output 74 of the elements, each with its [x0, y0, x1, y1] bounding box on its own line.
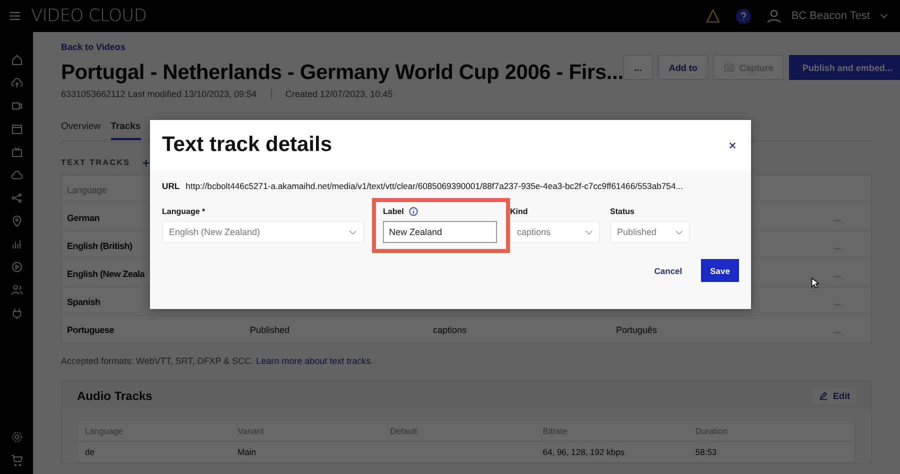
- formats-note: Accepted formats: WebVTT, SRT, DFXP & SCC.: [61, 356, 254, 366]
- field-label: Status: [610, 206, 634, 216]
- action-button[interactable]: ...: [623, 55, 653, 80]
- close-icon[interactable]: [729, 142, 736, 148]
- chevron-down-icon: [585, 230, 593, 234]
- tab[interactable]: Tracks: [110, 121, 141, 140]
- calendar-icon[interactable]: [10, 123, 22, 135]
- url-value: http://bcbolt446c5271-a.akamaihd.net/media/v1/text/vtt/clear/6085069390001/88f7a237-935e-4ea3-bc2f-c7cc9ff61466/553ab754...: [186, 181, 683, 191]
- dialog-title: Text track details: [162, 133, 332, 157]
- learn-more-link[interactable]: Learn more about text tracks.: [256, 356, 374, 366]
- user-icon[interactable]: [767, 9, 782, 23]
- camera-icon: [724, 63, 734, 72]
- tab[interactable]: Overview: [61, 121, 101, 140]
- table-cell: captions: [433, 324, 467, 334]
- row-menu-button[interactable]: ...: [833, 212, 841, 222]
- cloud-icon[interactable]: [10, 169, 22, 181]
- home-icon[interactable]: [10, 54, 22, 66]
- label-input[interactable]: New Zealand: [383, 221, 497, 243]
- table-cell: German: [67, 212, 100, 222]
- field-label: Language *: [162, 206, 206, 216]
- url-label: URL: [162, 181, 180, 191]
- video-title: Portugal - Netherlands - Germany World Cup 2006 - Firs...: [61, 61, 624, 85]
- table-cell: Published: [250, 324, 290, 334]
- user-name[interactable]: BC Beacon Test: [791, 10, 870, 22]
- table-cell: Spanish: [67, 296, 100, 306]
- edit-button[interactable]: Edit: [813, 388, 856, 404]
- video-meta: 6331053662112 Last modified 13/10/2023, 09:54: [61, 89, 256, 99]
- chart-icon[interactable]: [10, 238, 22, 250]
- play-icon[interactable]: [10, 261, 22, 273]
- table-cell: 64, 96, 128, 192 kbps: [542, 447, 625, 457]
- upload-icon[interactable]: [10, 77, 22, 89]
- warning-icon[interactable]: [706, 9, 720, 23]
- panel-title: Audio Tracks: [77, 388, 152, 402]
- info-icon[interactable]: [408, 206, 418, 216]
- section-heading: TEXT TRACKS: [61, 158, 130, 167]
- cancel-button[interactable]: Cancel: [648, 259, 688, 282]
- dropdown[interactable]: English (New Zealand): [162, 221, 364, 243]
- chevron-down-icon: [349, 230, 357, 234]
- created-date: Created 12/07/2023, 10:45: [286, 89, 393, 99]
- dropdown[interactable]: Published: [610, 221, 690, 243]
- table-cell: English (British): [67, 240, 132, 250]
- row-menu-button[interactable]: ...: [833, 240, 841, 250]
- action-button[interactable]: Publish and embed...: [789, 55, 900, 80]
- plug-icon[interactable]: [10, 307, 22, 319]
- row-menu-button[interactable]: ...: [833, 324, 841, 334]
- save-button[interactable]: Save: [701, 259, 739, 282]
- help-icon[interactable]: [736, 8, 752, 24]
- pin-icon[interactable]: [10, 215, 22, 227]
- video-icon[interactable]: [10, 100, 22, 112]
- chevron-down-icon[interactable]: [880, 13, 888, 19]
- back-link[interactable]: Back to Videos: [61, 42, 126, 52]
- chevron-down-icon: [675, 230, 683, 234]
- plus-icon[interactable]: [142, 158, 150, 166]
- table-cell: Main: [238, 447, 256, 457]
- row-menu-button[interactable]: ...: [833, 296, 841, 306]
- table-cell: Portuguese: [67, 324, 114, 334]
- share-icon[interactable]: [10, 192, 22, 204]
- pencil-icon: [819, 391, 828, 400]
- menu-icon[interactable]: [9, 10, 21, 22]
- mouse-cursor-icon: [811, 277, 819, 289]
- action-button[interactable]: Add to: [658, 55, 708, 80]
- people-icon[interactable]: [10, 284, 22, 296]
- table-cell: English (New Zeala: [67, 268, 145, 278]
- tv-icon[interactable]: [10, 146, 22, 158]
- cart-icon[interactable]: [10, 454, 22, 466]
- row-menu-button[interactable]: ...: [833, 268, 841, 278]
- table-cell: de: [85, 447, 94, 457]
- field-label: Kind: [510, 206, 528, 216]
- field-label: Label: [383, 206, 404, 216]
- table-cell: Português: [616, 324, 658, 334]
- brand-logo: VIDEO CLOUD: [31, 6, 147, 26]
- dropdown[interactable]: captions: [510, 221, 600, 243]
- table-cell: 58:53: [695, 447, 717, 457]
- settings-icon[interactable]: [10, 431, 22, 443]
